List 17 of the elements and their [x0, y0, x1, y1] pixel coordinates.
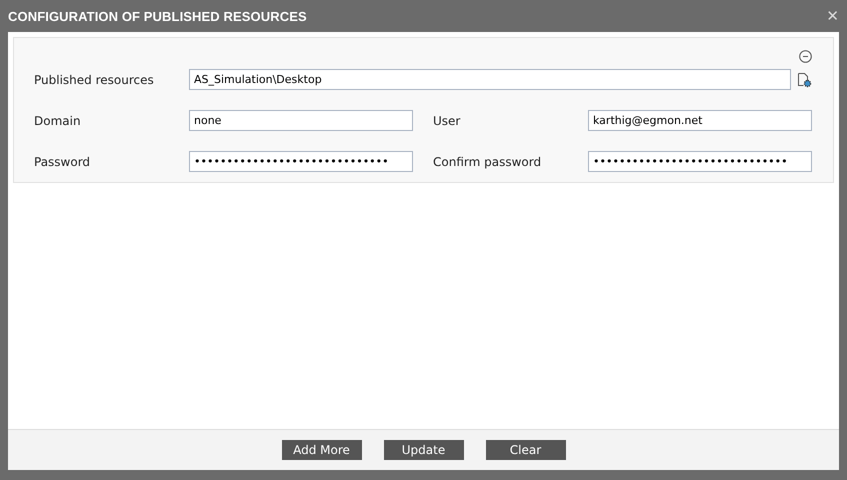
field-label: Password: [34, 154, 92, 168]
input-field[interactable]: AS_Simulation\Desktop: [189, 69, 791, 90]
field-label: Published resources: [34, 72, 155, 86]
input-field[interactable]: ••••••••••••••••••••••••••••••: [189, 151, 413, 172]
action-button[interactable]: Update: [384, 440, 464, 460]
input-field[interactable]: karthig@egmon.net: [588, 110, 812, 131]
field-label: Domain: [34, 114, 82, 128]
action-button[interactable]: Clear: [486, 440, 566, 460]
close-button[interactable]: ✕: [826, 7, 839, 25]
input-field[interactable]: ••••••••••••••••••••••••••••••: [588, 151, 812, 172]
field-label: Confirm password: [433, 154, 542, 168]
input-field[interactable]: none: [189, 110, 413, 131]
collapse-icon[interactable]: [799, 50, 812, 63]
window-title: CONFIGURATION OF PUBLISHED RESOURCES: [8, 8, 307, 24]
field-label: User: [433, 114, 462, 128]
action-button[interactable]: Add More: [282, 440, 362, 460]
document-gear-icon[interactable]: [796, 72, 812, 88]
